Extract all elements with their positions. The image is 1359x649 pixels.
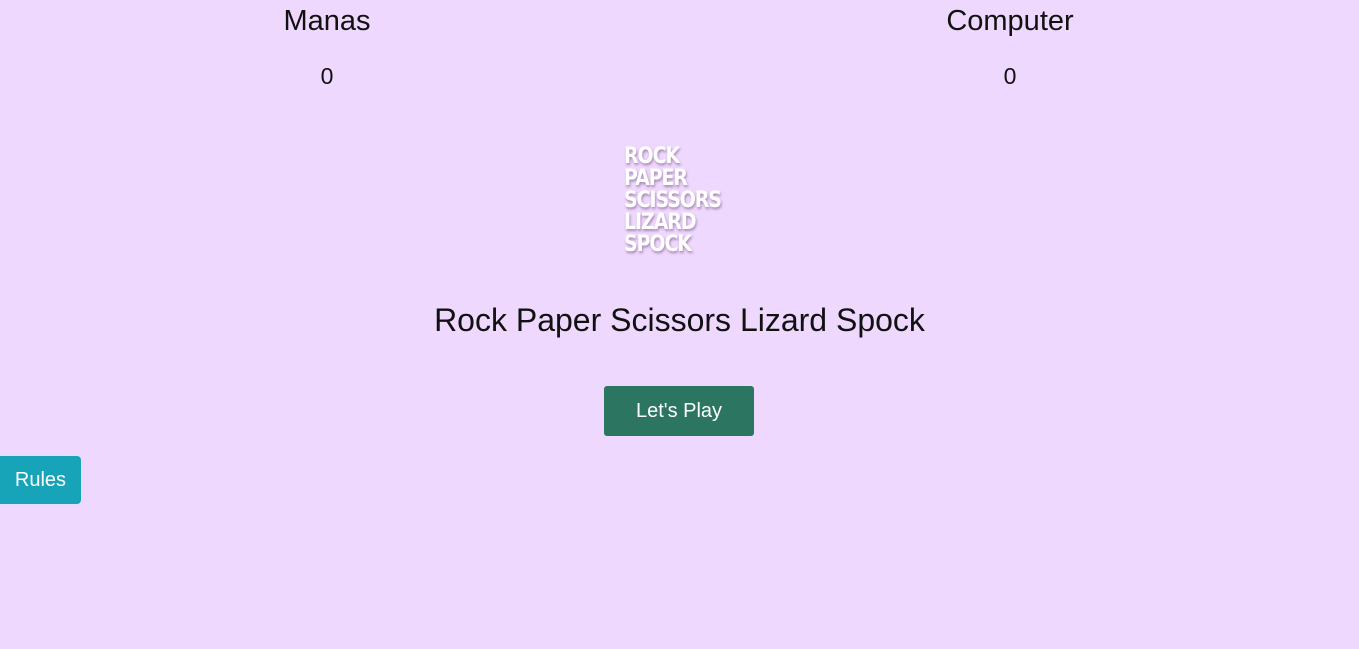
player-name: Manas bbox=[283, 5, 371, 37]
lets-play-button[interactable]: Let's Play bbox=[604, 386, 754, 436]
computer-name: Computer bbox=[946, 5, 1074, 37]
logo-word-lizard: LIZARD bbox=[624, 210, 697, 235]
player-score-panel: Manas 0 bbox=[177, 4, 477, 89]
game-title: Rock Paper Scissors Lizard Spock bbox=[434, 302, 925, 338]
logo-word-scissors: SCISSORS bbox=[624, 188, 722, 213]
logo-word-rock: ROCK bbox=[624, 144, 680, 169]
computer-score: 0 bbox=[1003, 63, 1017, 89]
player-score: 0 bbox=[320, 63, 334, 89]
game-logo: ROCK PAPER SCISSORS LIZARD SPOCK bbox=[624, 146, 764, 262]
rules-button[interactable]: Rules bbox=[0, 456, 81, 504]
computer-score-panel: Computer 0 bbox=[860, 4, 1160, 89]
logo-word-spock: SPOCK bbox=[624, 232, 692, 257]
logo-word-paper: PAPER bbox=[624, 166, 688, 191]
